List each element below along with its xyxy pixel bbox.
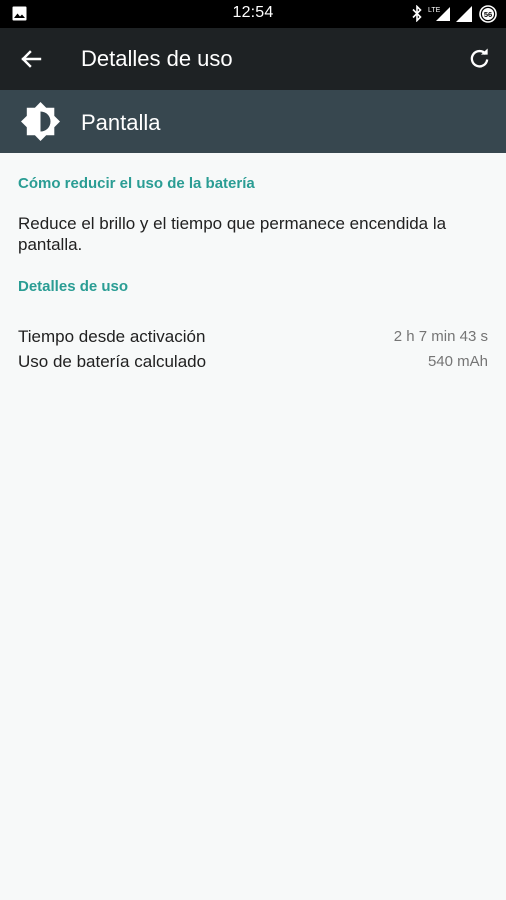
tips-text: Reduce el brillo y el tiempo que permane… — [18, 214, 447, 254]
detail-label: Uso de batería calculado — [18, 352, 207, 371]
brightness-icon — [21, 102, 60, 141]
battery-icon: 56 — [479, 5, 497, 23]
detail-row-battery-usage: Uso de batería calculado 540 mAh — [18, 352, 488, 374]
svg-text:LTE: LTE — [428, 7, 441, 14]
page-title: Detalles de uso — [81, 46, 233, 71]
arrow-back-icon[interactable] — [20, 48, 42, 70]
app-header: Pantalla — [0, 90, 506, 153]
refresh-icon[interactable] — [468, 47, 491, 70]
lte-icon: LTE — [428, 7, 450, 21]
details-section-title: Detalles de uso — [18, 278, 129, 295]
tips-section-title: Cómo reducir el uso de la batería — [18, 175, 255, 192]
detail-value: 2 h 7 min 43 s — [393, 328, 488, 345]
detail-value: 540 mAh — [427, 353, 488, 370]
header-label: Pantalla — [81, 110, 161, 135]
status-bar: 12:54 LTE 56 — [0, 0, 506, 28]
signal-icon — [456, 6, 472, 22]
detail-label: Tiempo desde activación — [18, 327, 206, 346]
detail-row-uptime: Tiempo desde activación 2 h 7 min 43 s — [18, 327, 488, 349]
app-bar: Detalles de uso — [0, 28, 506, 90]
bluetooth-icon — [412, 5, 422, 22]
svg-text:56: 56 — [484, 10, 492, 19]
